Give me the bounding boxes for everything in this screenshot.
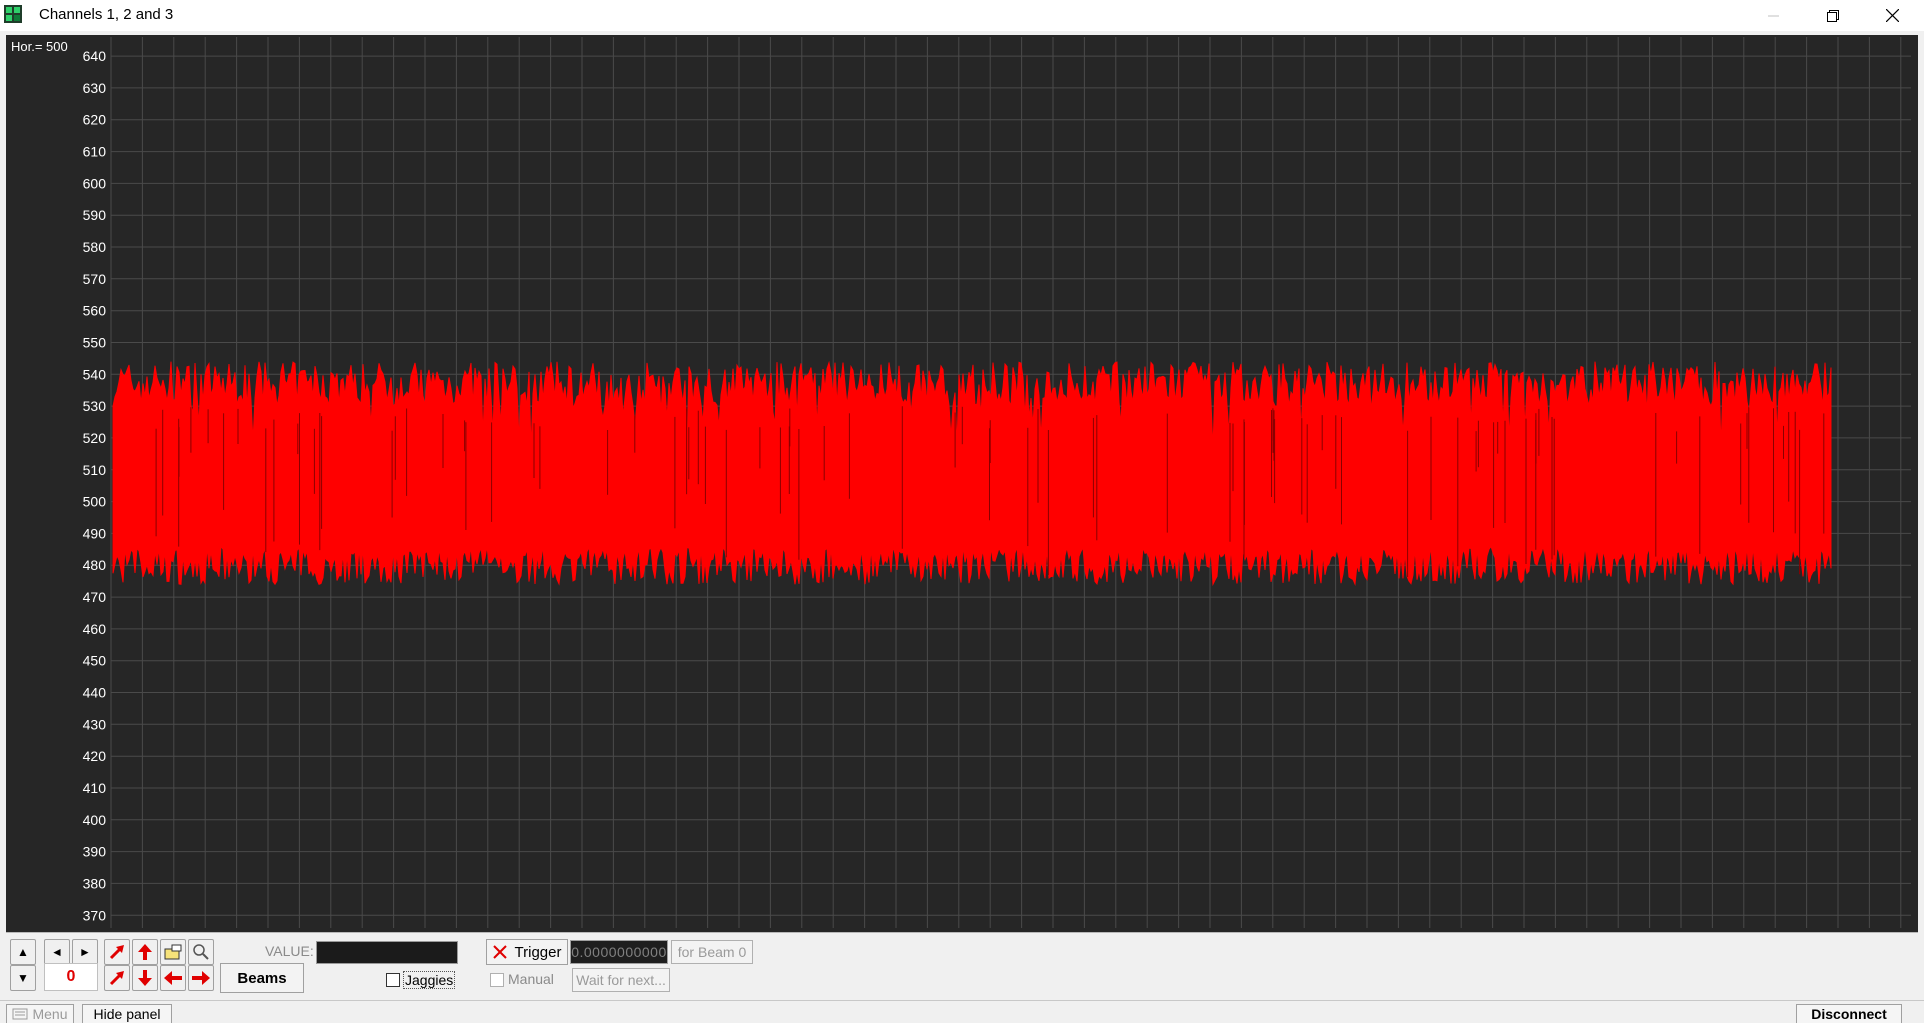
- manual-checkbox[interactable]: [490, 973, 504, 987]
- y-tick-label: 540: [83, 366, 107, 382]
- y-tick-label: 390: [83, 844, 107, 860]
- menu-button[interactable]: Menu: [6, 1004, 74, 1023]
- y-tick-label: 610: [83, 144, 107, 160]
- window-title: Channels 1, 2 and 3: [39, 6, 174, 23]
- snapshot-button[interactable]: [160, 939, 186, 965]
- arrow-down-icon: [138, 970, 152, 986]
- plot-area[interactable]: 640 630 620 610 600 590 580 570 560 550 540 530 520 5…: [6, 35, 1918, 932]
- beams-button[interactable]: Beams: [220, 963, 304, 993]
- y-tick-label: 500: [83, 494, 107, 510]
- caret-left-icon: ◄: [51, 945, 63, 959]
- diagonal-arrow-icon: [109, 945, 124, 960]
- jaggies-label[interactable]: Jaggies: [403, 971, 456, 989]
- title-bar: Channels 1, 2 and 3: [0, 0, 1924, 31]
- app-icon: [4, 5, 22, 23]
- arrow-down-button[interactable]: [132, 965, 158, 991]
- y-tick-label: 600: [83, 175, 107, 191]
- y-tick-label: 450: [83, 653, 107, 669]
- menu-icon: [12, 1008, 28, 1020]
- hide-panel-button[interactable]: Hide panel: [82, 1004, 172, 1023]
- y-tick-label: 560: [83, 303, 107, 319]
- restore-icon: [1827, 9, 1839, 22]
- camera-icon: [164, 944, 182, 960]
- y-tick-label: 380: [83, 875, 107, 891]
- y-tick-label: 430: [83, 716, 107, 732]
- plot-canvas[interactable]: 640 630 620 610 600 590 580 570 560 550 540 530 520 5…: [6, 35, 1918, 932]
- horizontal-scale-label: Hor.= 500: [11, 39, 68, 54]
- shrink-diagonal-button[interactable]: [104, 965, 130, 991]
- manual-label: Manual: [508, 971, 554, 987]
- y-tick-label: 400: [83, 812, 107, 828]
- trigger-label: Trigger: [514, 943, 562, 961]
- close-icon: [1885, 9, 1899, 22]
- y-tick-label: 460: [83, 621, 107, 637]
- caret-right-icon: ►: [79, 945, 91, 959]
- y-tick-label: 550: [83, 335, 107, 351]
- arrow-left-icon: [164, 971, 182, 985]
- caret-down-icon: ▼: [17, 971, 29, 985]
- y-tick-label: 640: [83, 48, 107, 64]
- beam-number-field[interactable]: 0: [44, 963, 98, 991]
- arrow-up-icon: [138, 944, 152, 960]
- y-tick-label: 420: [83, 748, 107, 764]
- y-tick-label: 440: [83, 685, 107, 701]
- y-tick-label: 370: [83, 907, 107, 923]
- wait-for-next-button[interactable]: Wait for next...: [572, 968, 670, 992]
- y-tick-label: 470: [83, 589, 107, 605]
- value-label: VALUE:: [265, 943, 314, 959]
- zoom-button[interactable]: [188, 939, 214, 965]
- y-tick-label: 480: [83, 557, 107, 573]
- scroll-down-button[interactable]: ▼: [10, 965, 36, 991]
- arrow-right-icon: [192, 971, 210, 985]
- diagonal-arrow-icon: [109, 971, 124, 986]
- jaggies-checkbox[interactable]: [386, 973, 400, 987]
- caret-up-icon: ▲: [17, 945, 29, 959]
- for-beam-button[interactable]: for Beam 0: [671, 940, 753, 964]
- y-tick-label: 570: [83, 271, 107, 287]
- menu-label: Menu: [32, 1006, 68, 1022]
- y-tick-label: 590: [83, 207, 107, 223]
- y-tick-label: 410: [83, 780, 107, 796]
- control-panel: ▲ ▼ ◄ ► 0 Beams VALUE: Jaggies Trigger 0…: [6, 932, 1918, 1001]
- expand-diagonal-button[interactable]: [104, 939, 130, 965]
- y-tick-label: 490: [83, 525, 107, 541]
- y-tick-label: 630: [83, 80, 107, 96]
- disconnect-button[interactable]: Disconnect: [1796, 1004, 1902, 1023]
- trigger-button[interactable]: Trigger: [486, 939, 568, 965]
- minimize-icon: [1768, 15, 1779, 16]
- close-icon: [492, 945, 507, 959]
- status-bar: Menu Hide panel Disconnect: [0, 1000, 1924, 1023]
- value-display: [316, 941, 458, 964]
- restore-button[interactable]: [1804, 0, 1862, 31]
- y-tick-label: 530: [83, 398, 107, 414]
- scroll-up-button[interactable]: ▲: [10, 939, 36, 965]
- magnifier-icon: [193, 944, 209, 960]
- y-tick-label: 520: [83, 430, 107, 446]
- y-tick-label: 510: [83, 462, 107, 478]
- trigger-value-field[interactable]: 0.0000000000: [570, 940, 668, 964]
- minimize-button[interactable]: [1745, 0, 1803, 31]
- scroll-right-button[interactable]: ►: [72, 939, 98, 965]
- arrow-right-button[interactable]: [188, 965, 214, 991]
- signal-trace: [112, 360, 1832, 587]
- arrow-up-button[interactable]: [132, 939, 158, 965]
- y-tick-label: 580: [83, 239, 107, 255]
- scroll-left-button[interactable]: ◄: [44, 939, 70, 965]
- y-tick-label: 620: [83, 112, 107, 128]
- close-button[interactable]: [1863, 0, 1921, 31]
- arrow-left-button[interactable]: [160, 965, 186, 991]
